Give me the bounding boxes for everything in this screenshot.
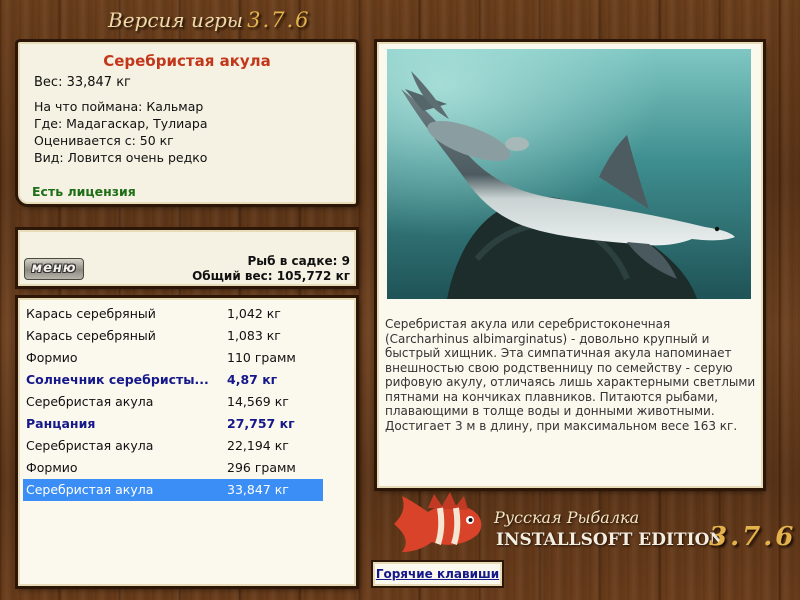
- keepnet-stats: Рыб в садке: 9 Общий вес: 105,772 кг: [192, 254, 350, 284]
- fish-weight: Вес: 33,847 кг: [34, 75, 131, 90]
- catch-list-row[interactable]: Карась серебряный 1,083 кг: [23, 325, 323, 347]
- catch-list-panel: Карась серебряный 1,042 кг Карась серебрян…: [18, 298, 356, 586]
- version-label: Версия игры: [108, 8, 244, 32]
- brand-title: Русская Рыбалка: [494, 508, 640, 527]
- catch-fish-name: Солнечник серебристы...: [26, 372, 209, 387]
- catch-list-row[interactable]: Формио 110 грамм: [23, 347, 323, 369]
- fish-photo: [387, 49, 751, 299]
- catch-fish-weight: 110 грамм: [227, 350, 296, 365]
- catch-list-row[interactable]: Солнечник серебристы... 4,87 кг: [23, 369, 323, 391]
- logo-fish-icon: [388, 486, 488, 558]
- catch-fish-name: Серебристая акула: [26, 394, 154, 409]
- catch-fish-name: Серебристая акула: [26, 438, 154, 453]
- caught-on: На что поймана: Кальмар: [34, 99, 204, 114]
- valued-from: Оценивается с: 50 кг: [34, 133, 174, 148]
- catch-list-row[interactable]: Серебристая акула 22,194 кг: [23, 435, 323, 457]
- catch-list: Карась серебряный 1,042 кг Карась серебрян…: [23, 303, 323, 501]
- catch-fish-name: Серебристая акула: [26, 482, 154, 497]
- keepnet-summary: меню Рыб в садке: 9 Общий вес: 105,772 к…: [18, 230, 356, 286]
- catch-fish-weight: 296 грамм: [227, 460, 296, 475]
- total-weight: Общий вес: 105,772 кг: [192, 269, 350, 283]
- brand-edition: INSTALLSOFT EDITION: [496, 530, 725, 550]
- catch-list-row[interactable]: Серебристая акула 33,847 кг: [23, 479, 323, 501]
- hotkeys-button[interactable]: Горячие клавиши: [373, 562, 502, 586]
- fish-info-card: Серебристая акула Вес: 33,847 кг На что …: [18, 42, 356, 204]
- menu-button[interactable]: меню: [24, 258, 84, 280]
- license-status: Есть лицензия: [32, 184, 136, 199]
- catch-fish-weight: 14,569 кг: [227, 394, 289, 409]
- catch-list-row[interactable]: Карась серебряный 1,042 кг: [23, 303, 323, 325]
- catch-list-row[interactable]: Ранцания 27,757 кг: [23, 413, 323, 435]
- catch-list-row[interactable]: Формио 296 грамм: [23, 457, 323, 479]
- catch-fish-weight: 22,194 кг: [227, 438, 289, 453]
- catch-location: Где: Мадагаскар, Тулиара: [34, 116, 208, 131]
- fish-description: Серебристая акула или серебристоконечная…: [385, 317, 756, 433]
- catch-fish-name: Формио: [26, 460, 78, 475]
- catch-list-row[interactable]: Серебристая акула 14,569 кг: [23, 391, 323, 413]
- version-number: 3.7.6: [247, 8, 311, 32]
- catch-fish-weight: 27,757 кг: [227, 416, 295, 431]
- catch-fish-weight: 4,87 кг: [227, 372, 278, 387]
- catch-fish-name: Формио: [26, 350, 78, 365]
- fish-details: На что поймана: Кальмар Где: Мадагаскар,…: [34, 98, 207, 166]
- catch-fish-weight: 33,847 кг: [227, 482, 289, 497]
- catch-fish-name: Карась серебряный: [26, 328, 156, 343]
- catch-fish-name: Ранцания: [26, 416, 96, 431]
- fish-count: Рыб в садке: 9: [247, 254, 351, 268]
- catch-fish-name: Карась серебряный: [26, 306, 156, 321]
- fish-description-card: Серебристая акула или серебристоконечная…: [377, 42, 763, 488]
- rarity: Вид: Ловится очень редко: [34, 150, 208, 165]
- catch-fish-weight: 1,042 кг: [227, 306, 281, 321]
- game-version: Версия игры 3.7.6: [108, 8, 311, 32]
- brand-version: 3.7.6: [709, 522, 797, 552]
- catch-fish-weight: 1,083 кг: [227, 328, 281, 343]
- fish-name: Серебристая акула: [103, 52, 271, 70]
